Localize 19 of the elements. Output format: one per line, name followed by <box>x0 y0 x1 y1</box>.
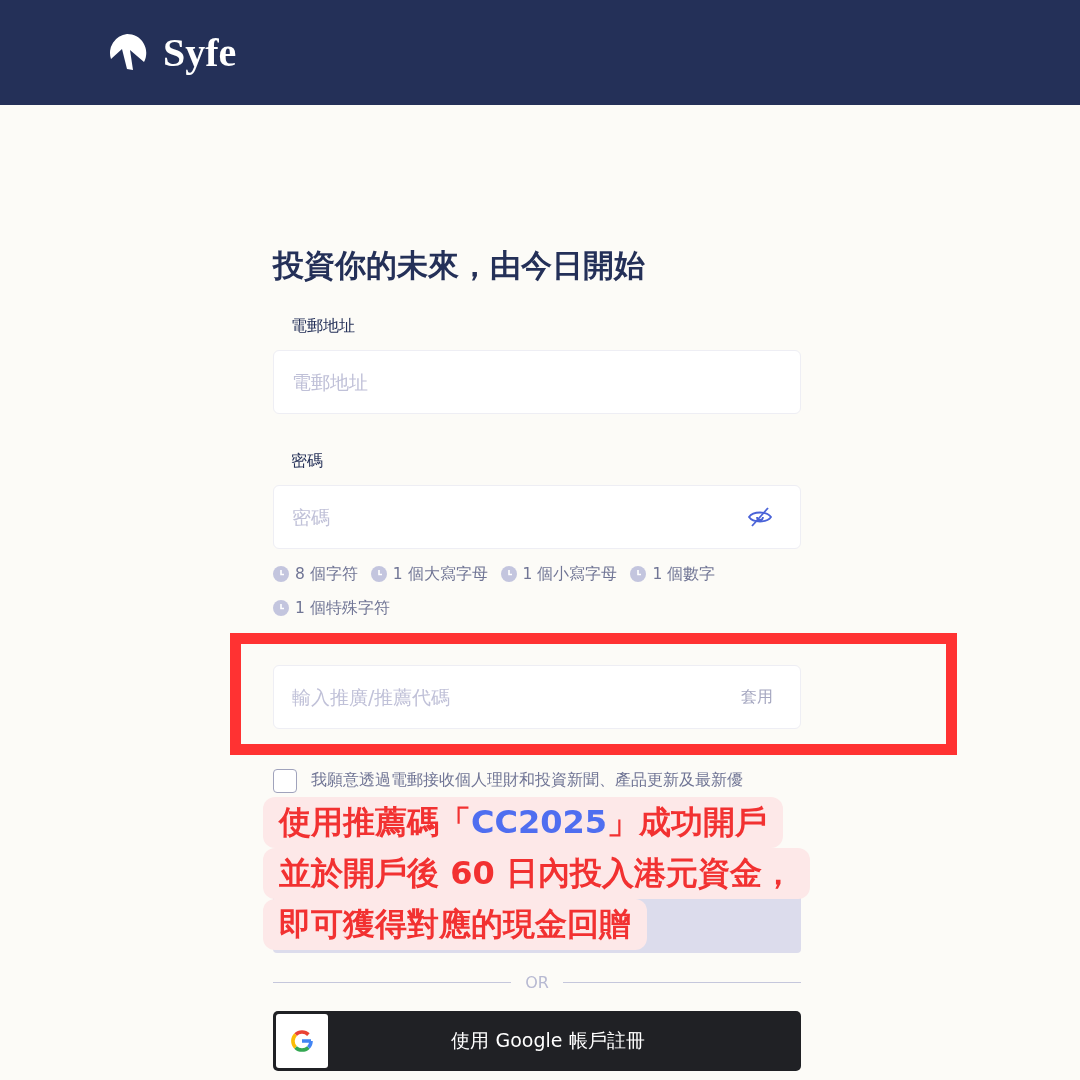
password-rule: 1 個小寫字母 <box>522 564 618 585</box>
hide-password-icon[interactable] <box>747 506 773 528</box>
email-field[interactable]: 電郵地址 <box>273 350 801 414</box>
password-rule: 1 個大寫字母 <box>392 564 488 585</box>
consent-text: 我願意透過電郵接收個人理財和投資新聞、產品更新及最新優 <box>311 770 743 791</box>
password-rule: 1 個數字 <box>652 564 716 585</box>
promo-tooltip: 使用推薦碼「CC2025」成功開戶 並於開戶後 60 日內投入港元資金， 即可獲得對應的現金回贈 <box>263 797 810 950</box>
google-icon <box>289 1028 315 1054</box>
google-signup-button[interactable]: 使用 Google 帳戶註冊 <box>273 1011 801 1071</box>
logo-icon <box>107 32 147 73</box>
field-label: 密碼 <box>291 450 324 472</box>
page-title: 投資你的未來，由今日開始 <box>273 246 646 285</box>
logo-text: Syfe <box>163 29 237 76</box>
password-rule: 1 個特殊字符 <box>295 598 390 619</box>
field-label: 電郵地址 <box>291 315 356 337</box>
divider-text: OR <box>525 972 549 992</box>
checkbox[interactable] <box>273 769 297 793</box>
password-field[interactable]: 密碼 <box>273 485 801 549</box>
password-rule: 8 個字符 <box>295 564 358 585</box>
